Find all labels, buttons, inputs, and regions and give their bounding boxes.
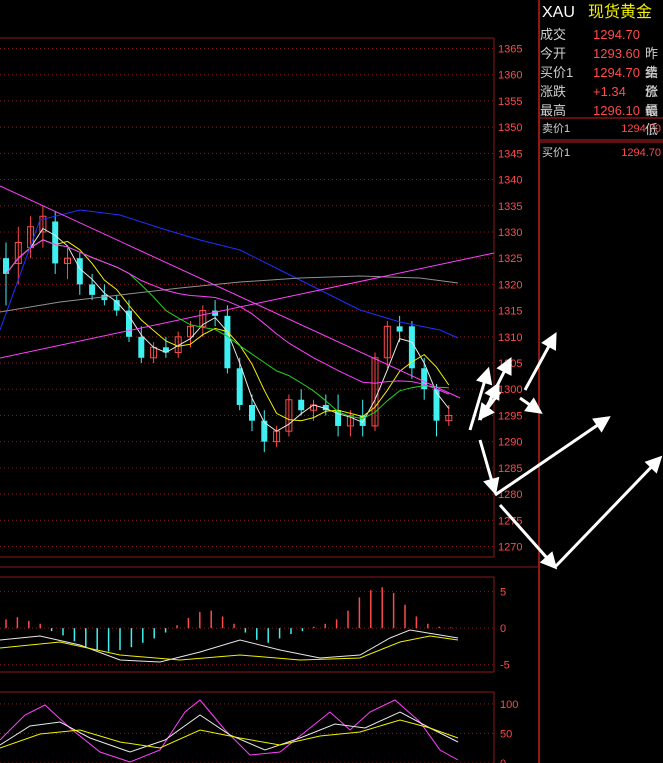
price-tick-label: 1330 xyxy=(498,227,522,239)
price-tick-label: 1295 xyxy=(498,410,522,422)
macd-dea-line xyxy=(0,635,459,661)
candle-body xyxy=(76,258,83,285)
quote-value: 1293.60 xyxy=(593,46,640,61)
quote-label: 涨跌 xyxy=(540,84,567,99)
price-tick-label: 1345 xyxy=(498,148,522,160)
kdj-tick-label: 100 xyxy=(500,699,518,711)
instrument-name: 现货黄金 xyxy=(588,4,653,21)
candle xyxy=(261,410,268,453)
price-tick-label: 1320 xyxy=(498,279,522,291)
candle-body xyxy=(433,389,440,421)
price-tick-label: 1325 xyxy=(498,253,522,265)
arrow-up-long-2 xyxy=(553,456,662,569)
quote-value: 1294.70 xyxy=(593,65,640,80)
macd-tick-label: -5 xyxy=(500,660,510,672)
price-tick-label: 1270 xyxy=(498,542,522,554)
orderbook-value: 1294.70 xyxy=(621,147,661,159)
quote-row-open: 今开 1293.60 昨结 xyxy=(540,44,663,80)
quote-row-last: 成交 1294.70 xyxy=(540,25,663,44)
quote-row-change: 涨跌 +1.34 涨幅 xyxy=(540,82,663,118)
price-tick-label: 1335 xyxy=(498,201,522,213)
ma-gray-line xyxy=(0,275,459,313)
candle-body xyxy=(89,284,96,295)
macd-tick-label: 0 xyxy=(500,623,506,635)
candle xyxy=(199,305,207,337)
price-tick-label: 1300 xyxy=(498,384,522,396)
orderbook-bid-1: 买价1 1294.70 xyxy=(540,145,663,161)
macd-tick-label: 5 xyxy=(500,587,506,599)
arrow-up-long-1-head xyxy=(592,416,611,433)
candle xyxy=(236,357,243,411)
candle xyxy=(76,252,83,295)
candle-body xyxy=(126,310,132,337)
orderbook-value: 1294.70 xyxy=(621,123,661,135)
candle xyxy=(224,305,231,374)
price-tick-label: 1340 xyxy=(498,175,522,187)
candle xyxy=(3,242,9,306)
candle xyxy=(408,321,415,379)
candle xyxy=(126,300,132,343)
price-tick-label: 1315 xyxy=(498,306,522,318)
candle xyxy=(335,394,342,437)
candle-body xyxy=(52,221,59,264)
candle xyxy=(298,389,305,416)
candle-body xyxy=(138,336,145,358)
price-tick-label: 1310 xyxy=(498,332,522,344)
candle xyxy=(113,294,120,316)
arrow-down-1-head xyxy=(524,397,543,414)
candle xyxy=(285,394,293,437)
kdj-k-line xyxy=(0,711,459,753)
quote-value: 1296.10 xyxy=(593,103,640,118)
candle-body xyxy=(224,315,231,369)
price-tick-label: 1285 xyxy=(498,463,522,475)
price-tick-label: 1290 xyxy=(498,437,522,449)
candle xyxy=(383,321,391,369)
orderbook-label: 卖价1 xyxy=(542,123,571,135)
price-tick-label: 1350 xyxy=(498,122,522,134)
orderbook-label: 买价1 xyxy=(542,147,571,159)
price-tick-label: 1365 xyxy=(498,43,522,55)
quote-value: 1294.70 xyxy=(593,27,640,42)
orderbook-ask-1: 卖价1 1294.70 xyxy=(540,121,663,137)
price-tick-label: 1355 xyxy=(498,96,522,108)
price-tick-label: 1360 xyxy=(498,70,522,82)
arrow-up-long-1 xyxy=(494,416,609,497)
trendline-up xyxy=(0,252,495,359)
quote-label: 买价1 xyxy=(540,65,574,80)
candle xyxy=(371,352,379,432)
arrow-up-4-head xyxy=(541,332,557,351)
quote-label: 最高 xyxy=(540,103,567,118)
candle-body xyxy=(236,368,243,405)
candle xyxy=(64,247,71,280)
candle xyxy=(249,394,255,432)
candle-body xyxy=(396,326,403,332)
candle xyxy=(52,211,59,274)
quote-label: 今开 xyxy=(540,46,567,61)
kdj-tick-label: 50 xyxy=(500,728,512,740)
candle-body xyxy=(298,399,305,411)
quote-header: XAU 现货黄金 xyxy=(540,2,663,24)
quote-value: +1.34 xyxy=(593,84,626,99)
candle xyxy=(14,226,22,285)
symbol: XAU xyxy=(542,4,575,21)
quote-label: 成交 xyxy=(540,27,567,42)
candle xyxy=(162,336,169,358)
arrow-down-3-head xyxy=(483,476,500,496)
quote-row-bid: 买价1 1294.70 卖价 xyxy=(540,63,663,99)
quote-row-high: 最高 1296.10 最低 xyxy=(540,101,663,137)
candle-body xyxy=(249,404,255,421)
kdj-tick-label: 0 xyxy=(500,758,506,763)
arrow-up-1-head xyxy=(476,366,493,386)
